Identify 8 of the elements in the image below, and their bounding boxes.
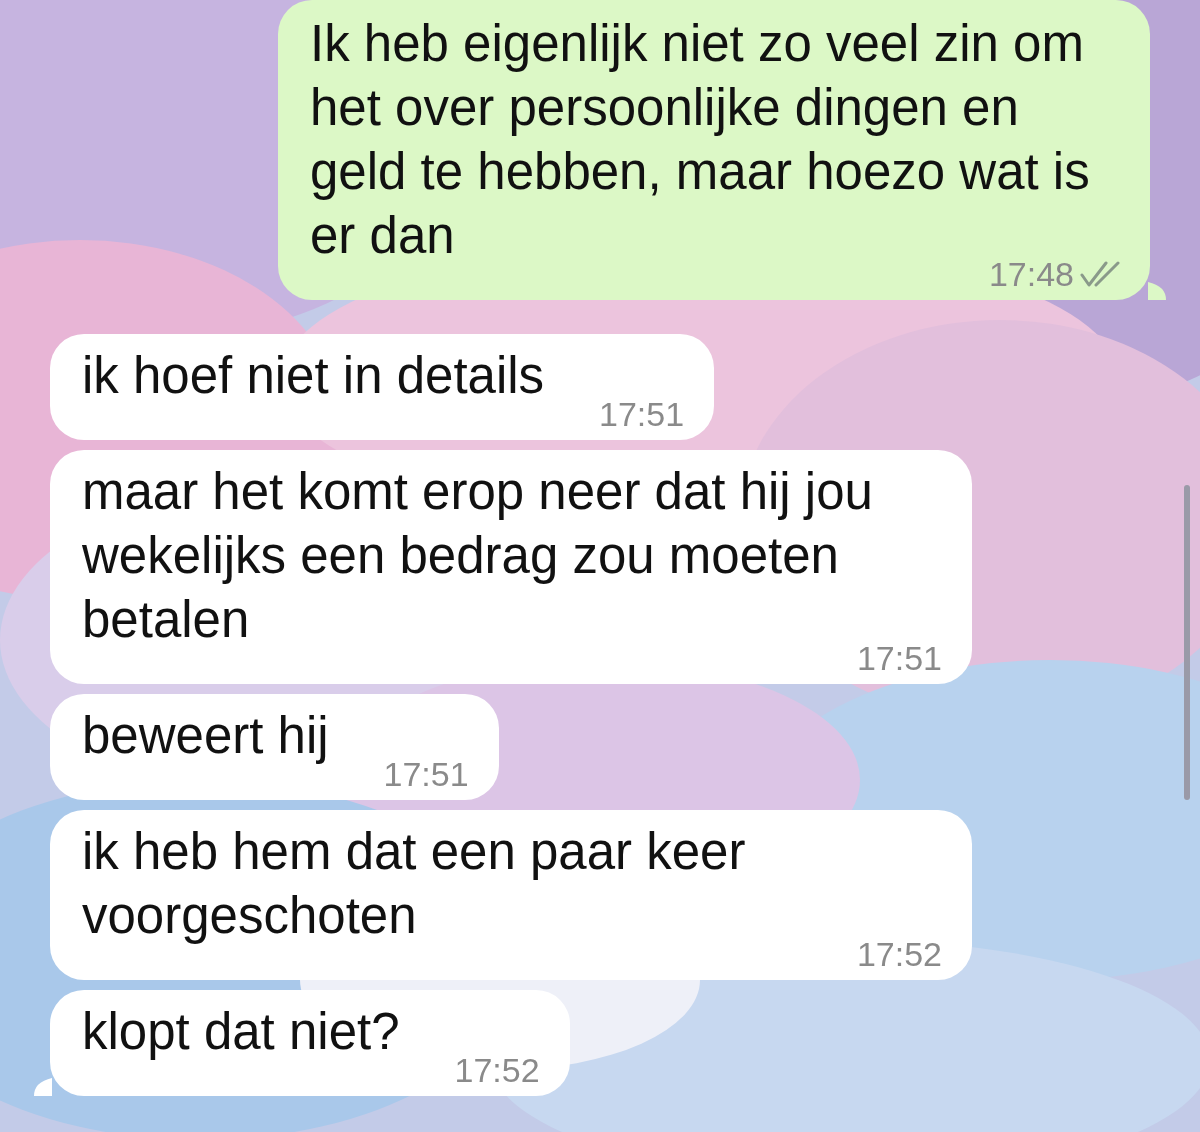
- message-text: ik heb hem dat een paar keer voorgeschoten: [82, 822, 747, 946]
- message-time: 17:52: [856, 934, 942, 974]
- message-time: 17:52: [454, 1050, 540, 1090]
- message-time: 17:51: [383, 754, 469, 794]
- message-text: beweert hij: [82, 706, 329, 766]
- message-time: 17:51: [599, 394, 685, 434]
- message-text: klopt dat niet?: [82, 1002, 400, 1062]
- message-text: ik hoef niet in details: [82, 346, 545, 406]
